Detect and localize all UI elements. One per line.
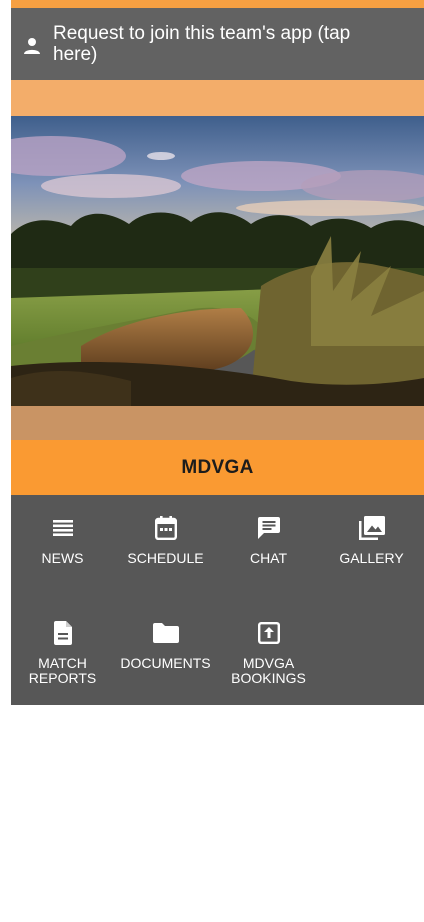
top-accent-stripe	[11, 0, 424, 8]
document-icon	[53, 620, 72, 646]
chat-icon	[257, 515, 280, 541]
join-request-text: Request to join this team's app (tap her…	[53, 23, 351, 65]
menu-item-news[interactable]: NEWS	[11, 495, 114, 595]
menu-item-schedule[interactable]: SCHEDULE	[114, 495, 217, 595]
menu-item-match-reports[interactable]: MATCH REPORTS	[11, 600, 114, 700]
cover-bottom-band	[11, 406, 424, 440]
menu-item-chat[interactable]: CHAT	[217, 495, 320, 595]
menu-item-mdvga-bookings[interactable]: MDVGA BOOKINGS	[217, 600, 320, 700]
menu-item-documents[interactable]: DOCUMENTS	[114, 600, 217, 700]
gallery-icon	[358, 515, 385, 541]
calendar-icon	[154, 515, 177, 541]
menu-item-label: MATCH REPORTS	[28, 655, 97, 686]
menu-item-label: MDVGA BOOKINGS	[231, 655, 306, 686]
bookings-icon	[257, 620, 280, 646]
menu-item-label: DOCUMENTS	[120, 655, 211, 671]
team-app: Request to join this team's app (tap her…	[11, 0, 424, 705]
menu-item-label: NEWS	[41, 550, 84, 566]
team-name: MDVGA	[181, 456, 254, 478]
list-icon	[52, 515, 73, 541]
team-cover-image	[11, 116, 424, 406]
menu-item-label: GALLERY	[339, 550, 404, 566]
header-band	[11, 80, 424, 116]
join-request-banner[interactable]: Request to join this team's app (tap her…	[11, 8, 424, 80]
team-title-bar: MDVGA	[11, 440, 424, 495]
folder-icon	[152, 620, 179, 646]
menu-item-label: CHAT	[249, 550, 288, 566]
person-icon	[11, 37, 53, 55]
screen: Request to join this team's app (tap her…	[0, 0, 424, 922]
menu-item-label: SCHEDULE	[127, 550, 204, 566]
menu-item-gallery[interactable]: GALLERY	[320, 495, 423, 595]
